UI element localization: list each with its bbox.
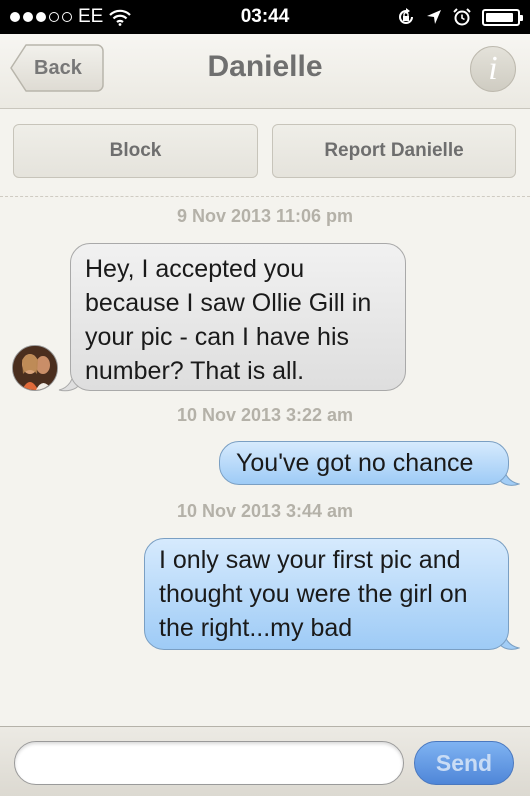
avatar — [12, 345, 58, 391]
send-button[interactable]: Send — [414, 741, 514, 785]
message-line: You've got no chance — [236, 449, 474, 477]
message-timestamp: 10 Nov 2013 3:22 am — [176, 405, 354, 425]
message-line: thought you were the girl on — [159, 580, 468, 608]
message-timestamp: 9 Nov 2013 11:06 pm — [176, 206, 354, 226]
message-line: your pic - can I have his — [85, 323, 350, 351]
navigation-bar: Back Danielle i — [0, 34, 530, 109]
status-bar: EE 03:44 — [0, 0, 530, 34]
battery-level — [486, 12, 513, 22]
page-title: Danielle — [207, 50, 323, 83]
info-button[interactable]: i — [470, 46, 516, 92]
message-line: the right...my bad — [159, 614, 353, 642]
block-button[interactable]: Block — [13, 124, 258, 178]
avatar-photo — [13, 346, 57, 390]
message-input[interactable] — [14, 741, 404, 785]
status-right — [396, 7, 523, 27]
rotation-lock-icon — [399, 8, 413, 24]
message-line: because I saw Ollie Gill in — [85, 289, 372, 317]
message-line: number? That is all. — [85, 357, 305, 385]
location-arrow-icon — [427, 10, 441, 24]
message-timestamp: 10 Nov 2013 3:44 am — [176, 501, 354, 521]
battery-icon — [482, 8, 523, 26]
message-bubble-sent: You've got no chance — [219, 441, 509, 485]
contact-actions: Block Report Danielle — [0, 108, 530, 197]
message-bubble-received: Hey, I accepted you because I saw Ollie … — [70, 243, 406, 391]
message-bubble-sent: I only saw your first pic and thought yo… — [144, 538, 509, 650]
message-line: Hey, I accepted you — [85, 255, 305, 283]
report-button[interactable]: Report Danielle — [272, 124, 516, 178]
alarm-clock-icon — [453, 8, 471, 26]
message-line: I only saw your first pic and — [159, 546, 461, 574]
message-composer: Send — [0, 726, 530, 796]
info-icon: i — [488, 50, 498, 87]
